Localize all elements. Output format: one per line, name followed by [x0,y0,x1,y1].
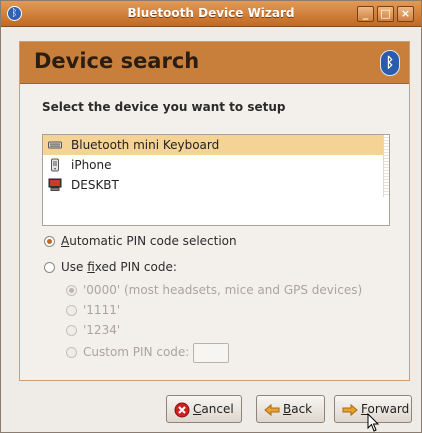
fixed-pin-radio[interactable] [44,262,55,273]
cancel-button[interactable]: Cancel [166,395,242,423]
cancel-icon [174,402,190,418]
pin-1111-label: '1111' [83,303,121,317]
phone-icon [51,158,59,172]
fixed-pin-mnemonic: f [87,260,95,274]
custom-pin-option[interactable]: Custom PIN code: [66,340,230,364]
computer-icon [48,178,62,191]
fixed-pin-label-prefix: Use [61,260,88,274]
device-list[interactable]: Bluetooth mini Keyboard iPhone DESKBT [42,134,390,226]
pin-1111-option[interactable]: '1111' [66,301,120,319]
page-banner: Device search ᛒ [20,42,409,84]
list-scrollbar[interactable] [383,135,389,197]
keyboard-icon [48,141,62,149]
cancel-label: ancel [201,402,234,416]
pin-0000-label: '0000' (most headsets, mice and GPS devi… [83,283,363,297]
custom-pin-label: Custom PIN code: [83,345,190,359]
device-row-iphone[interactable]: iPhone [43,155,389,175]
pin-1234-label: '1234' [83,323,121,337]
title-bar[interactable]: ᛒ Bluetooth Device Wizard _ □ × [1,1,421,27]
device-name: iPhone [71,158,112,172]
maximize-button[interactable]: □ [377,6,394,22]
pin-1234-radio[interactable] [66,325,77,336]
automatic-pin-radio[interactable] [44,236,55,247]
back-mnemonic: B [283,402,292,416]
automatic-pin-label: utomatic PIN code selection [69,234,237,248]
close-button[interactable]: × [397,6,414,22]
automatic-pin-option[interactable]: Automatic PIN code selection [44,232,237,250]
arrow-right-icon [342,403,358,417]
pin-0000-option[interactable]: '0000' (most headsets, mice and GPS devi… [66,281,362,299]
page-title: Device search [34,49,200,73]
wizard-page: Device search ᛒ Select the device you wa… [19,41,410,381]
device-name: DESKBT [71,178,119,192]
device-row-deskbt[interactable]: DESKBT [43,175,389,195]
fixed-pin-option[interactable]: Use fixed PIN code: [44,258,177,276]
minimize-button[interactable]: _ [357,6,374,22]
pin-0000-radio[interactable] [66,285,77,296]
pin-1234-option[interactable]: '1234' [66,321,120,339]
custom-pin-radio[interactable] [66,347,77,358]
custom-pin-input[interactable] [193,342,230,363]
bluetooth-icon: ᛒ [380,50,400,76]
bluetooth-wizard-window: ᛒ Bluetooth Device Wizard _ □ × Device s… [0,0,422,433]
fixed-pin-label: ixed PIN code: [94,260,177,274]
automatic-pin-mnemonic: A [61,234,70,248]
pin-1111-radio[interactable] [66,305,77,316]
back-label: ack [291,402,313,416]
device-row-bluetooth-mini-keyboard[interactable]: Bluetooth mini Keyboard [43,135,389,155]
device-name: Bluetooth mini Keyboard [71,138,220,152]
device-list-heading: Select the device you want to setup [42,100,286,114]
mouse-pointer-icon [367,413,380,432]
arrow-left-icon [264,403,280,417]
back-button[interactable]: Back [256,395,325,423]
